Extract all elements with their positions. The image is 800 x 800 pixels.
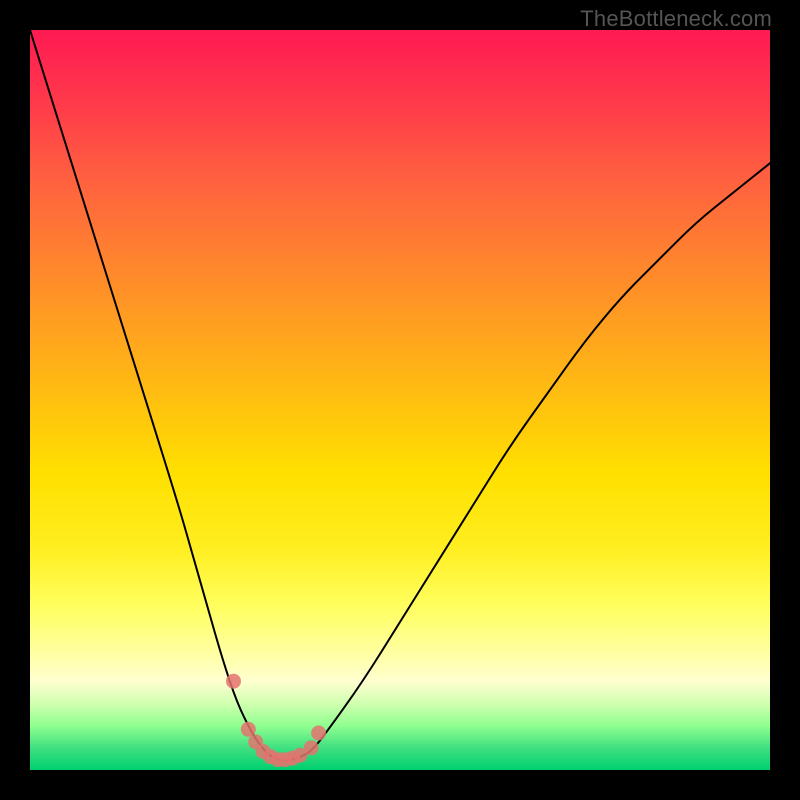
- curve-svg: [30, 30, 770, 770]
- curve-marker: [226, 674, 241, 689]
- chart-frame: TheBottleneck.com: [0, 0, 800, 800]
- curve-marker: [311, 726, 326, 741]
- curve-marker: [241, 722, 256, 737]
- plot-area: [30, 30, 770, 770]
- bottleneck-curve: [30, 30, 770, 760]
- curve-markers: [226, 674, 326, 767]
- curve-marker: [304, 740, 319, 755]
- watermark-text: TheBottleneck.com: [580, 6, 772, 32]
